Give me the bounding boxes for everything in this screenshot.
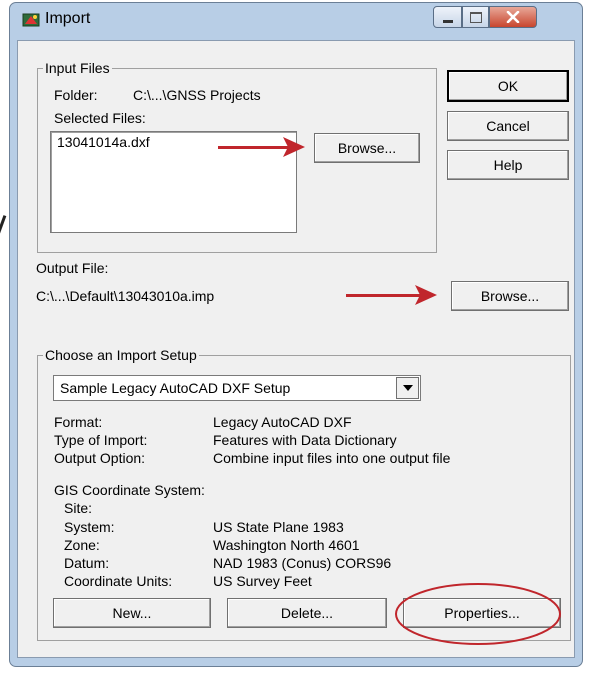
system-value: US State Plane 1983 — [213, 519, 344, 535]
system-label: System: — [64, 519, 115, 535]
zone-label: Zone: — [64, 537, 100, 553]
minimize-icon — [442, 19, 453, 23]
output-option-label: Output Option: — [54, 450, 146, 466]
datum-value: NAD 1983 (Conus) CORS96 — [213, 555, 392, 571]
coordinate-units-value: US Survey Feet — [213, 573, 312, 589]
select-dropdown-button[interactable] — [396, 377, 419, 399]
import-type-value: Features with Data Dictionary — [213, 432, 397, 448]
format-value: Legacy AutoCAD DXF — [213, 414, 352, 430]
selected-files-label: Selected Files: — [54, 110, 146, 126]
coordinate-units-label: Coordinate Units: — [64, 573, 173, 589]
datum-label: Datum: — [64, 555, 110, 571]
import-app-icon — [22, 11, 40, 29]
ok-button[interactable]: OK — [447, 70, 569, 102]
input-files-legend: Input Files — [43, 60, 112, 76]
output-option-value: Combine input files into one output file — [213, 450, 451, 466]
annotation-arrow-output — [346, 294, 422, 297]
folder-label: Folder: — [54, 87, 98, 103]
gis-coordinate-system-label: GIS Coordinate System: — [54, 482, 205, 498]
import-setup-select[interactable]: Sample Legacy AutoCAD DXF Setup — [53, 375, 421, 401]
edge-artifact — [0, 215, 7, 235]
list-item[interactable]: 13041014a.dxf — [51, 132, 296, 152]
output-file-value: C:\...\Default\13043010a.imp — [36, 288, 215, 304]
chevron-down-icon — [402, 385, 413, 391]
window-title: Import — [45, 10, 91, 27]
close-button[interactable] — [489, 6, 537, 28]
delete-setup-button[interactable]: Delete... — [227, 598, 387, 628]
maximize-icon — [469, 11, 482, 23]
import-type-label: Type of Import: — [54, 432, 148, 448]
site-label: Site: — [64, 500, 93, 516]
close-icon — [506, 11, 520, 23]
import-setup-legend: Choose an Import Setup — [43, 347, 199, 363]
annotation-arrowhead-input — [283, 137, 305, 157]
zone-value: Washington North 4601 — [213, 537, 360, 553]
help-button[interactable]: Help — [447, 150, 569, 180]
maximize-button[interactable] — [462, 6, 489, 28]
annotation-arrow-input — [218, 146, 292, 149]
import-setup-selected: Sample Legacy AutoCAD DXF Setup — [60, 380, 291, 396]
new-setup-button[interactable]: New... — [53, 598, 211, 628]
cancel-button[interactable]: Cancel — [447, 111, 569, 141]
folder-value: C:\...\GNSS Projects — [133, 87, 261, 103]
annotation-arrowhead-output — [415, 285, 437, 305]
format-label: Format: — [54, 414, 103, 430]
input-browse-button[interactable]: Browse... — [314, 133, 420, 163]
output-file-label: Output File: — [36, 260, 109, 276]
minimize-button[interactable] — [433, 6, 462, 28]
annotation-ellipse-properties — [395, 583, 561, 645]
output-browse-button[interactable]: Browse... — [451, 281, 569, 311]
